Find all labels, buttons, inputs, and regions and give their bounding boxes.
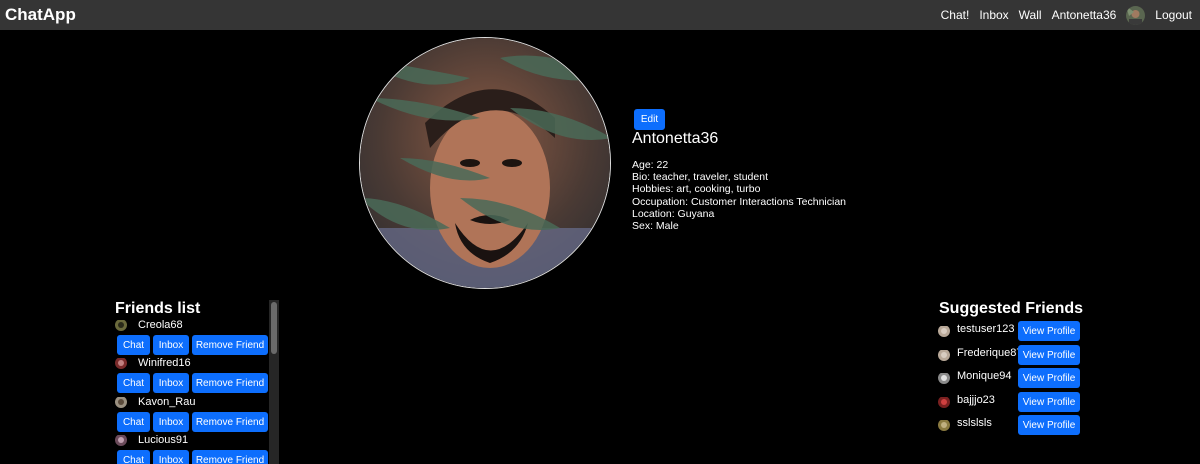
friend-entry: Winifred16 Chat Inbox Remove Friend: [113, 356, 268, 393]
top-navbar: ChatApp Chat! Inbox Wall Antonetta36 Log…: [0, 0, 1200, 30]
suggested-entry: testuser123 View Profile: [938, 321, 1080, 341]
friend-chat-button[interactable]: Chat: [117, 335, 150, 355]
profile-photo: [359, 37, 611, 289]
friend-chat-button[interactable]: Chat: [117, 450, 150, 464]
friend-avatar: [115, 357, 127, 369]
suggested-avatar: [938, 419, 950, 431]
suggested-avatar: [938, 396, 950, 408]
suggested-avatar: [938, 372, 950, 384]
suggested-avatar: [938, 349, 950, 361]
remove-friend-button[interactable]: Remove Friend: [192, 412, 268, 432]
friend-inbox-button[interactable]: Inbox: [153, 450, 189, 464]
view-profile-button[interactable]: View Profile: [1018, 368, 1080, 388]
friends-scrollbar-thumb[interactable]: [271, 302, 277, 354]
friend-entry: Creola68 Chat Inbox Remove Friend: [113, 318, 268, 355]
profile-age: Age: 22: [632, 159, 669, 171]
friend-avatar: [115, 434, 127, 446]
friend-name[interactable]: Kavon_Rau: [138, 396, 196, 408]
friend-inbox-button[interactable]: Inbox: [153, 412, 189, 432]
suggested-friends-title: Suggested Friends: [939, 300, 1084, 317]
profile-details: Age: 22 Bio: teacher, traveler, student …: [632, 159, 846, 232]
suggested-entry: sslslsls View Profile: [938, 415, 1080, 435]
suggested-entry: Frederique87 View Profile: [938, 345, 1080, 365]
remove-friend-button[interactable]: Remove Friend: [192, 450, 268, 464]
friend-inbox-button[interactable]: Inbox: [153, 373, 189, 393]
profile-bio: Bio: teacher, traveler, student: [632, 171, 768, 184]
nav-logout-link[interactable]: Logout: [1155, 8, 1192, 22]
profile-name: Antonetta36: [632, 130, 719, 147]
friend-name[interactable]: Creola68: [138, 319, 183, 331]
nav-chat-link[interactable]: Chat!: [941, 8, 970, 22]
profile-sex: Sex: Male: [632, 220, 679, 233]
nav-wall-link[interactable]: Wall: [1019, 8, 1042, 22]
remove-friend-button[interactable]: Remove Friend: [192, 373, 268, 393]
friend-name[interactable]: Winifred16: [138, 357, 191, 369]
nav-links: Chat! Inbox Wall Antonetta36 Logout: [941, 5, 1192, 25]
friends-list-panel: Friends list Creola68 Chat Inbox Remove …: [113, 300, 279, 464]
nav-inbox-link[interactable]: Inbox: [979, 8, 1008, 22]
view-profile-button[interactable]: View Profile: [1018, 345, 1080, 365]
brand-logo[interactable]: ChatApp: [5, 5, 76, 25]
nav-user-avatar[interactable]: [1126, 5, 1146, 25]
view-profile-button[interactable]: View Profile: [1018, 321, 1080, 341]
friend-avatar: [115, 396, 127, 408]
suggested-name[interactable]: Frederique87: [957, 347, 1022, 359]
view-profile-button[interactable]: View Profile: [1018, 392, 1080, 412]
suggested-name[interactable]: testuser123: [957, 323, 1014, 335]
friend-avatar: [115, 319, 127, 331]
friend-chat-button[interactable]: Chat: [117, 373, 150, 393]
profile-location: Location: Guyana: [632, 207, 715, 220]
suggested-avatar: [938, 325, 950, 337]
friends-scrollbar[interactable]: [269, 300, 279, 464]
profile-occupation: Occupation: Customer Interactions Techni…: [632, 195, 846, 208]
suggested-name[interactable]: sslslsls: [957, 417, 992, 429]
friend-entry: Lucious91 Chat Inbox Remove Friend: [113, 433, 268, 464]
suggested-name[interactable]: bajjjo23: [957, 394, 995, 406]
edit-profile-button[interactable]: Edit: [634, 109, 665, 130]
remove-friend-button[interactable]: Remove Friend: [192, 335, 268, 355]
friends-list-title: Friends list: [115, 300, 201, 317]
nav-user-link[interactable]: Antonetta36: [1052, 8, 1117, 22]
friend-entry: Kavon_Rau Chat Inbox Remove Friend: [113, 395, 268, 432]
friend-chat-button[interactable]: Chat: [117, 412, 150, 432]
suggested-name[interactable]: Monique94: [957, 370, 1011, 382]
suggested-entry: bajjjo23 View Profile: [938, 392, 1080, 412]
suggested-entry: Monique94 View Profile: [938, 368, 1080, 388]
friend-name[interactable]: Lucious91: [138, 434, 188, 446]
friend-inbox-button[interactable]: Inbox: [153, 335, 189, 355]
view-profile-button[interactable]: View Profile: [1018, 415, 1080, 435]
profile-hobbies: Hobbies: art, cooking, turbo: [632, 183, 761, 196]
